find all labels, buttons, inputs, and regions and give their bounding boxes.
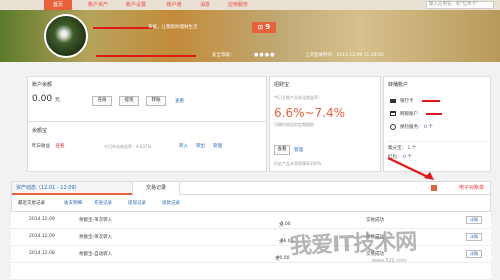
table-row[interactable]: 2014.12.09 余额宝-单次转入 -5.00 元 交易成功 详情 — [11, 212, 491, 229]
umbrella-icon — [390, 124, 396, 130]
security-level-dots[interactable]: ●●●● — [254, 52, 275, 58]
top-nav: 首页 账户资产 账户设置 账户通 消息 应用服务 输入应用名，如"信用卡" — [0, 0, 500, 10]
last-login: 上次登录时间：2014.12.09 11:28:05 — [305, 53, 384, 58]
yuebao-panel: 余额宝 昨日收益 查看 七日年化收益率：4.037% 转入 转出 管理 — [27, 122, 267, 172]
bank-card-label[interactable]: 银行卡 — [400, 98, 414, 104]
redacted-online-bank — [426, 113, 442, 115]
profile-banner: 系统，让我帮你理财生活 ⊡ 9 安全等级： ●●●● 上次登录时间：2014.1… — [0, 10, 500, 62]
tx-date: 2014.12.09 — [29, 217, 55, 222]
points-value[interactable]: 1 — [407, 146, 410, 151]
withdraw-button[interactable]: 提现 — [119, 96, 139, 106]
online-bank-label[interactable]: 网银账户 — [400, 111, 418, 117]
nav-account-link[interactable]: 账户通 — [160, 0, 188, 10]
yesterday-label: 昨日收益 — [32, 144, 50, 149]
gift-icon: ⊡ — [257, 24, 263, 31]
zhaocaibao-panel: 招财宝 今日主推产品年化收益率： 6.6%~7.4% 可随时变现的定期理财 查看… — [269, 76, 381, 172]
nav-assets[interactable]: 账户资产 — [82, 0, 114, 10]
balance-unit: 元 — [54, 97, 60, 103]
zhaocaibao-manage[interactable]: 管理 — [294, 147, 303, 153]
bindings-title: 转播账户 — [388, 82, 409, 88]
points-unit: 个 — [411, 146, 417, 151]
watermark-text: 我爱IT技术网 — [289, 229, 417, 260]
insurance-unit: 个 — [428, 125, 433, 130]
ebill-icon — [431, 185, 437, 191]
bank-card-icon — [390, 99, 396, 103]
security-label: 安全等级： — [212, 53, 235, 58]
table-row — [11, 263, 491, 280]
watermark-url: www.52ij.com — [372, 258, 407, 264]
annotation-arrow-icon — [387, 157, 434, 180]
table-row[interactable]: 2014.12.09 余额宝-单次转入 -36.00 元 交易成功 详情 — [11, 229, 491, 246]
tx-name: 余额宝-单次转入 — [79, 218, 113, 223]
tx-detail-button[interactable]: 详情 — [466, 233, 482, 241]
search-input[interactable]: 输入应用名，如"信用卡" — [426, 1, 494, 9]
yuebao-transfer-out[interactable]: 转出 — [196, 143, 205, 149]
points-label: 集分宝： — [388, 146, 406, 151]
balance-view-link[interactable]: 查看 — [175, 98, 184, 104]
tx-name: 余额宝-自动转入 — [79, 252, 113, 257]
subnav-income[interactable]: 收支明细 — [64, 200, 82, 206]
subnav-recharge[interactable]: 充值记录 — [94, 200, 112, 206]
table-row[interactable]: 2014.12.08 余额宝-自动转入 -90.00 元 交易成功 详情 — [11, 246, 491, 263]
search-placeholder: 输入应用名，如"信用卡" — [429, 2, 479, 7]
asset-tabs: 资产动态（12.01 - 12.09） 交易记录 电子对账单 — [11, 181, 491, 195]
zhaocaibao-rate: 6.6%~7.4% — [274, 106, 346, 120]
recharge-button[interactable]: 充值 — [92, 96, 112, 106]
nav-home[interactable]: 首页 — [44, 0, 72, 10]
tx-status: 交易成功 — [366, 218, 384, 223]
tx-detail-button[interactable]: 详情 — [466, 250, 482, 258]
zhaocaibao-rate-label: 今日主推产品年化收益率： — [274, 95, 322, 100]
record-subnav: 最近交易记录 收支明细 充值记录 提现记录 退款记录 — [11, 195, 491, 212]
message-badge[interactable]: ⊡ 9 — [252, 22, 276, 33]
subnav-recent[interactable]: 最近交易记录 — [18, 200, 45, 206]
redacted-account — [96, 55, 196, 57]
ebill-link[interactable]: 电子对账单 — [459, 184, 484, 191]
subnav-refund[interactable]: 退款记录 — [162, 200, 180, 206]
redacted-bank — [422, 100, 440, 102]
tx-detail-button[interactable]: 详情 — [466, 216, 482, 224]
tx-date: 2014.12.09 — [29, 234, 55, 239]
yuebao-title: 余额宝 — [32, 128, 48, 134]
yuebao-rate: 七日年化收益率：4.037% — [104, 144, 152, 149]
tab-asset-activity[interactable]: 资产动态（12.01 - 12.09） — [12, 182, 132, 195]
subnav-withdraw[interactable]: 提现记录 — [128, 200, 146, 206]
badge-count: 9 — [265, 23, 271, 31]
nav-settings[interactable]: 账户设置 — [120, 0, 152, 10]
avatar[interactable] — [44, 14, 88, 58]
tx-name: 余额宝-单次转入 — [79, 235, 113, 240]
zhaocaibao-desc: 可随时变现的定期理财 — [274, 122, 314, 127]
yuebao-manage[interactable]: 管理 — [213, 143, 222, 149]
balance-title: 账户余额 — [32, 82, 53, 88]
bank-icon — [390, 111, 396, 116]
transfer-button[interactable]: 转账 — [146, 96, 166, 106]
nav-apps[interactable]: 应用服务 — [222, 0, 254, 10]
zhaocaibao-history: 历史产品本息保障率100% — [274, 161, 322, 166]
insurance-count[interactable]: 0 — [424, 125, 427, 130]
insurance-label: 保险服务： — [400, 125, 423, 130]
zhaocaibao-title: 招财宝 — [274, 82, 290, 88]
tx-date: 2014.12.08 — [29, 251, 55, 256]
balance-amount: 0.00 — [32, 94, 53, 104]
yuebao-transfer-in[interactable]: 转入 — [179, 143, 188, 149]
redacted-username — [93, 27, 153, 29]
yesterday-view-link[interactable]: 查看 — [55, 144, 64, 149]
greeting-text: 系统，让我帮你理财生活 — [148, 25, 198, 30]
nav-messages[interactable]: 消息 — [194, 0, 216, 10]
tab-trade-records[interactable]: 交易记录 — [132, 182, 180, 195]
balance-panel: 账户余额 0.00 元 充值 提现 转账 查看 — [27, 76, 267, 122]
zhaocaibao-view-button[interactable]: 查看 — [274, 145, 290, 155]
